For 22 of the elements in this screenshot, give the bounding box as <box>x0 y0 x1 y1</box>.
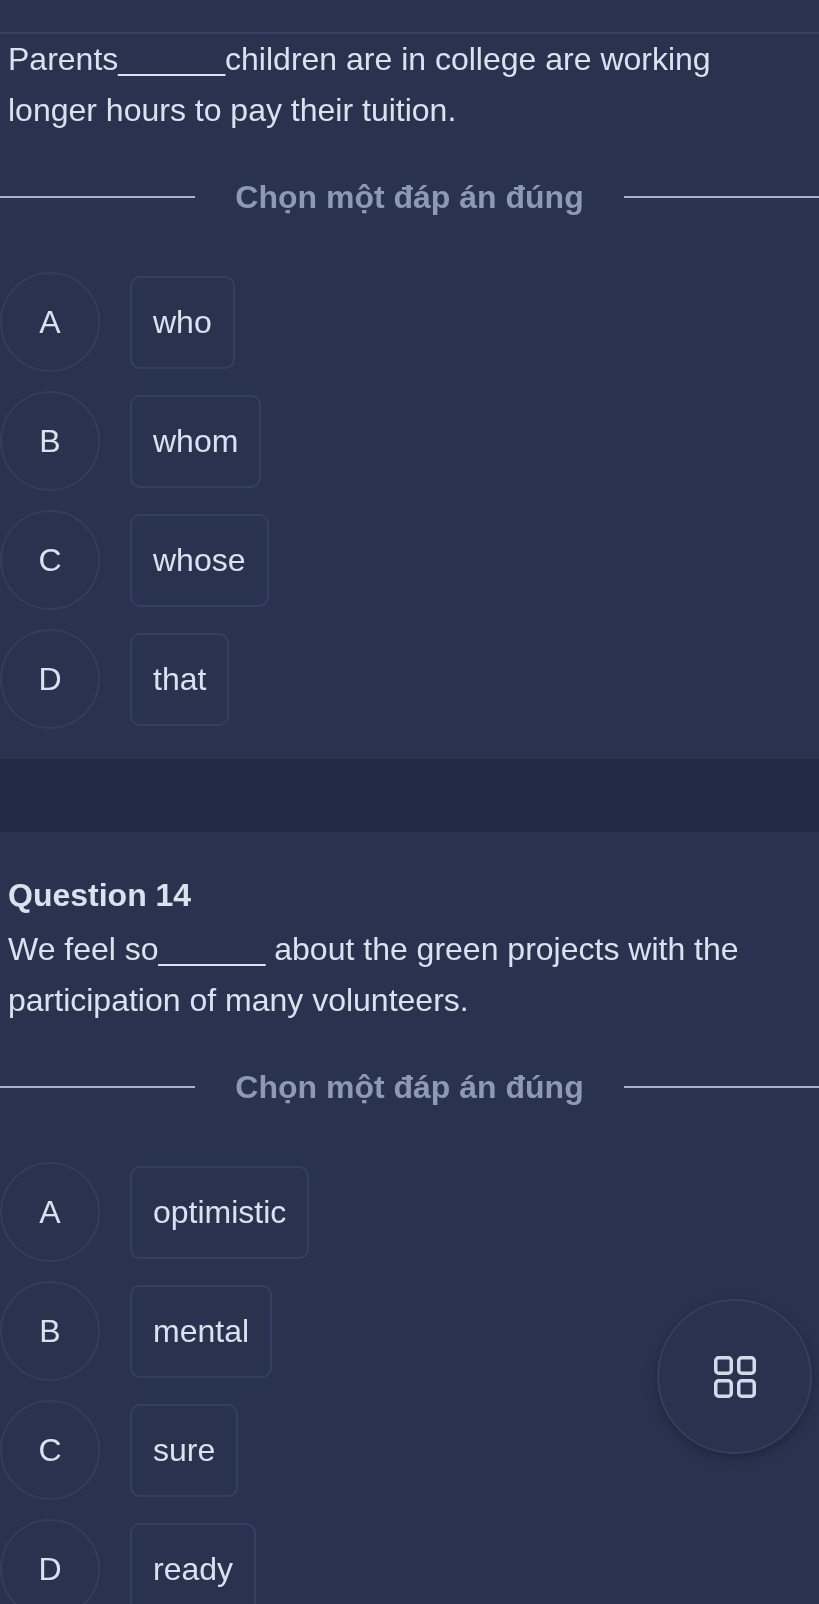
option-letter[interactable]: B <box>0 391 100 491</box>
option-letter[interactable]: D <box>0 1519 100 1604</box>
option-button[interactable]: that <box>130 632 230 726</box>
option-button[interactable]: ready <box>130 1522 257 1604</box>
option-button[interactable]: whose <box>130 513 269 607</box>
instruction-text: Chọn một đáp án đúng <box>235 178 584 216</box>
option-letter[interactable]: B <box>0 1281 100 1381</box>
option-button[interactable]: whom <box>130 394 262 488</box>
option-button[interactable]: who <box>130 275 235 369</box>
question-title: Question 14 <box>8 876 193 915</box>
option-letter[interactable]: D <box>0 629 100 729</box>
option-button[interactable]: optimistic <box>130 1165 310 1259</box>
question-text: We feel so______ about the green projects with the participation of many volunteers. <box>7 930 740 1020</box>
option-letter[interactable]: C <box>0 510 100 610</box>
option-letter[interactable]: A <box>0 272 100 372</box>
instruction-text: Chọn một đáp án đúng <box>235 1068 584 1106</box>
question-text: Parents______children are in college are working longer hours to pay their tuition. <box>7 40 712 130</box>
option-letter[interactable]: A <box>0 1162 100 1262</box>
option-button[interactable]: sure <box>130 1403 239 1497</box>
grid-icon <box>713 1355 756 1398</box>
option-button[interactable]: mental <box>130 1284 273 1378</box>
option-letter[interactable]: C <box>0 1400 100 1500</box>
